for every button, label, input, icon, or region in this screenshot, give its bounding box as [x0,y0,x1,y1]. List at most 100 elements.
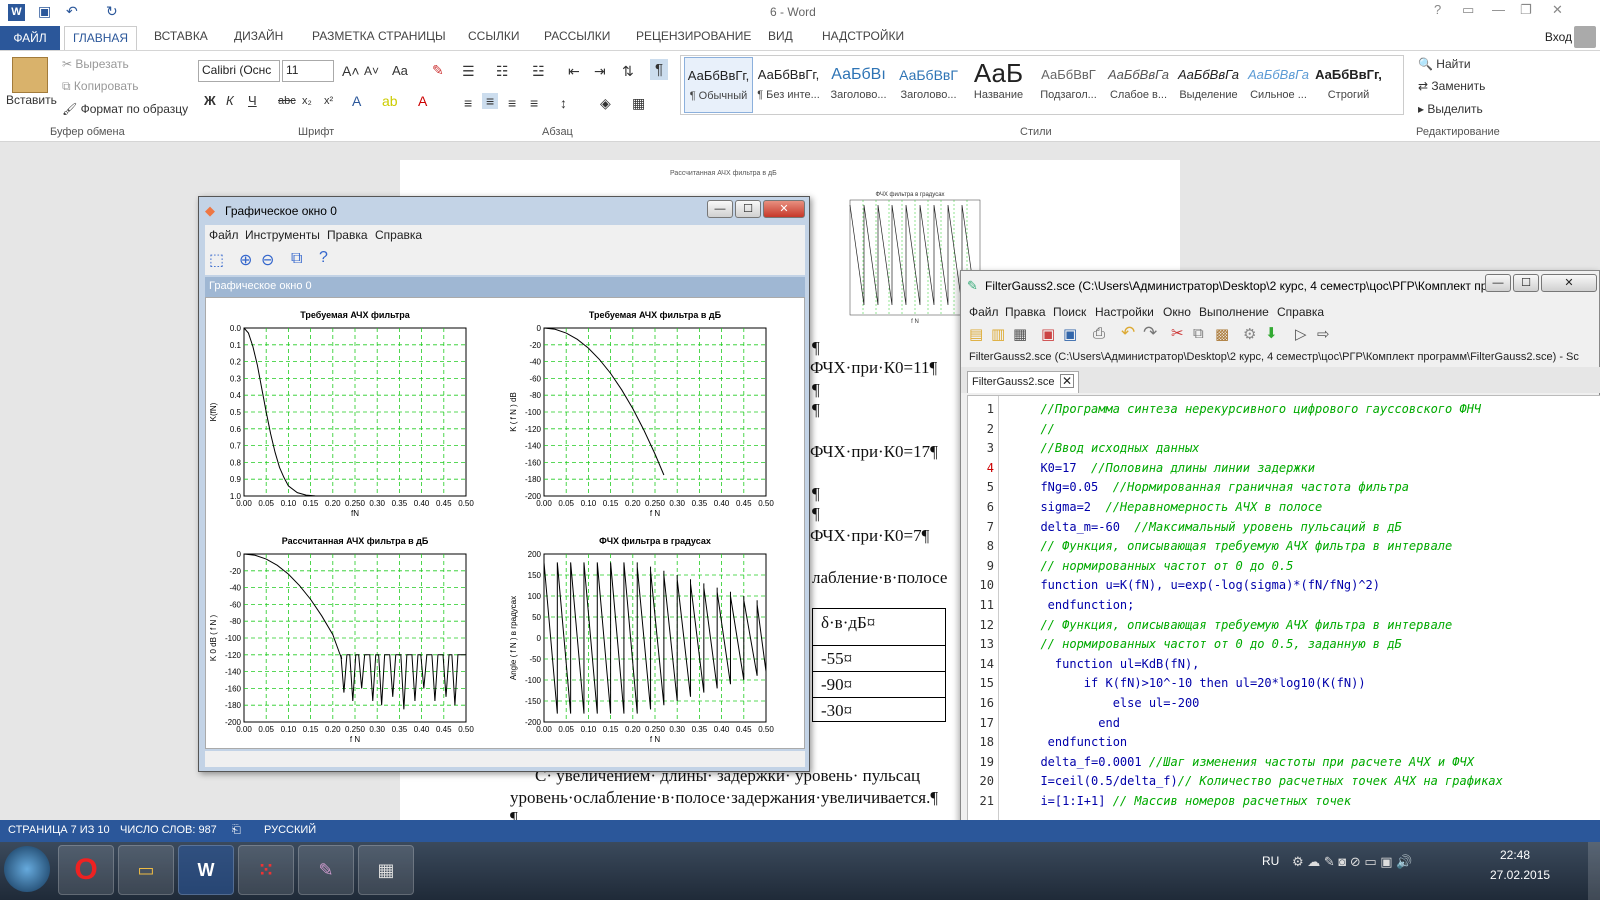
tab-mailings[interactable]: РАССЫЛКИ [544,29,610,43]
restore-button[interactable]: ❐ [1520,2,1532,18]
show-desktop-button[interactable] [1588,842,1600,900]
tray-icons[interactable]: ⚙ ☁ ✎ ◙ ⊘ ▭ ▣ 🔊 [1292,854,1412,870]
page-count[interactable]: СТРАНИЦА 7 ИЗ 10 [8,824,110,836]
zoom-out-icon[interactable]: ⊖ [261,250,274,270]
menu-edit[interactable]: Правка [327,228,368,242]
tab-design[interactable]: ДИЗАЙН [234,29,283,43]
plot-area[interactable]: Требуемая АЧХ фильтра 0.00 0.05 0.10 0.15 0.2… [205,297,805,749]
redo-icon[interactable]: ↷ [1143,323,1157,343]
save-icon[interactable]: ▣ [1041,325,1055,343]
avatar[interactable] [1574,26,1596,48]
save-icon[interactable]: ▣ [38,3,51,20]
menu-file[interactable]: Файл [969,305,999,319]
font-color-icon[interactable]: A [418,93,427,109]
settings-icon[interactable]: ⚙ [1243,325,1256,343]
minimize-button[interactable]: — [1492,2,1505,17]
style-subtitle[interactable]: АаБбВвГ Подзагол... [1034,57,1103,113]
menu-window[interactable]: Окно [1163,305,1191,319]
style-emphasis[interactable]: АаБбВвГа Выделение [1174,57,1243,113]
tab-addins[interactable]: НАДСТРОЙКИ [822,29,904,43]
word-taskbar-icon[interactable]: W [178,845,234,895]
datatip-icon[interactable]: ⧉ [291,250,302,268]
start-button[interactable] [4,846,50,892]
close-tab-icon[interactable]: ✕ [1060,374,1074,388]
bullets-icon[interactable]: ☰ [462,63,475,80]
vertical-ruler[interactable] [0,160,18,820]
superscript-icon[interactable]: x² [324,95,333,107]
menu-tools[interactable]: Инструменты [245,228,320,242]
align-left-icon[interactable]: ≡ [464,95,472,111]
explorer-taskbar-icon[interactable]: ▭ [118,845,174,895]
word-app-icon[interactable]: W [8,4,25,21]
horizontal-ruler[interactable] [0,142,1600,160]
sort-icon[interactable]: ⇅ [622,63,634,80]
style-intense-emphasis[interactable]: АаБбВвГа Сильное ... [1244,57,1313,113]
close-button[interactable]: ✕ [1552,2,1563,18]
tab-review[interactable]: РЕЦЕНЗИРОВАНИЕ [636,29,751,43]
tab-view[interactable]: ВИД [768,29,793,43]
bold-icon[interactable]: Ж [204,93,216,108]
shading-icon[interactable]: ◈ [600,95,611,112]
run-icon[interactable]: ▷ [1295,325,1307,343]
decrease-indent-icon[interactable]: ⇤ [568,63,580,80]
replace-button[interactable]: ⇄ Заменить [1418,79,1485,93]
paste-icon[interactable]: ▩ [1215,325,1229,343]
download-icon[interactable]: ⬇ [1265,324,1278,342]
tab-layout[interactable]: РАЗМЕТКА СТРАНИЦЫ [312,29,446,43]
print-icon[interactable]: ⎙ [1093,325,1105,342]
copy-button[interactable]: ⧉ Копировать [62,79,139,94]
find-button[interactable]: 🔍 Найти [1418,57,1471,71]
tab-insert[interactable]: ВСТАВКА [154,29,208,43]
show-marks-icon[interactable]: ¶ [650,59,669,80]
borders-icon[interactable]: ▦ [632,95,645,112]
style-title[interactable]: АаБ Название [964,57,1033,113]
cut-icon[interactable]: ✂ [1171,324,1184,342]
help-icon[interactable]: ? [319,249,328,267]
style-strong[interactable]: АаБбВвГг, Строгий [1314,57,1383,113]
copy-icon[interactable]: ⧉ [1193,325,1204,342]
word-count[interactable]: ЧИСЛО СЛОВ: 987 [120,824,217,836]
italic-icon[interactable]: К [226,93,234,108]
style-heading1[interactable]: АаБбВı Заголово... [824,57,893,113]
sign-in-link[interactable]: Вход [1545,30,1572,44]
menu-search[interactable]: Поиск [1053,305,1086,319]
proofing-icon[interactable]: ⎗ [232,824,241,837]
zoom-in-icon[interactable]: ⊕ [239,250,252,270]
input-language[interactable]: RU [1262,854,1279,868]
open-folder-icon[interactable]: ▦ [1013,325,1027,343]
menu-file[interactable]: Файл [209,228,239,242]
menu-settings[interactable]: Настройки [1095,305,1154,319]
menu-edit[interactable]: Правка [1005,305,1046,319]
tab-references[interactable]: ССЫЛКИ [468,29,519,43]
rotate-icon[interactable]: ⬚ [209,250,224,270]
clock-date[interactable]: 27.02.2015 [1490,868,1550,882]
calculator-taskbar-icon[interactable]: ▦ [358,845,414,895]
align-center-icon[interactable]: ≡ [482,93,499,109]
grow-font-icon[interactable]: A˄ [342,63,360,79]
paste-button[interactable]: Вставить [6,93,57,107]
graphics-window[interactable]: ◆ Графическое окно 0 — ☐ ✕ Файл Инструме… [198,196,810,772]
align-right-icon[interactable]: ≡ [508,95,516,111]
multilevel-list-icon[interactable]: ☳ [532,63,545,80]
format-painter-button[interactable]: 🖌 Формат по образцу [62,102,188,116]
clock-time[interactable]: 22:48 [1500,848,1530,862]
change-case-icon[interactable]: Aa [392,63,408,78]
new-file-icon[interactable]: ▤ [969,325,983,343]
clear-format-icon[interactable]: ✎ [432,62,444,79]
paint-taskbar-icon[interactable]: ✎ [298,845,354,895]
menu-execute[interactable]: Выполнение [1199,305,1269,319]
close-button[interactable]: ✕ [1541,274,1597,292]
close-button[interactable]: ✕ [763,200,805,218]
text-effects-icon[interactable]: A [352,93,361,109]
help-icon[interactable]: ? [1434,2,1441,17]
underline-icon[interactable]: Ч [248,93,257,108]
scinotes-editor[interactable]: ✎ FilterGauss2.sce (C:\Users\Администрат… [960,270,1600,830]
menu-help[interactable]: Справка [375,228,422,242]
maximize-button[interactable]: ☐ [735,200,761,218]
code-area[interactable]: 1 //Программа синтеза нерекурсивного циф… [967,395,1600,826]
font-name-combo[interactable]: Calibri (Оснс [198,60,280,82]
cut-button[interactable]: ✂ Вырезать [62,57,129,71]
style-subtle-emphasis[interactable]: АаБбВвГа Слабое в... [1104,57,1173,113]
style-heading2[interactable]: АаБбВвГ Заголово... [894,57,963,113]
tab-home[interactable]: ГЛАВНАЯ [64,26,138,50]
